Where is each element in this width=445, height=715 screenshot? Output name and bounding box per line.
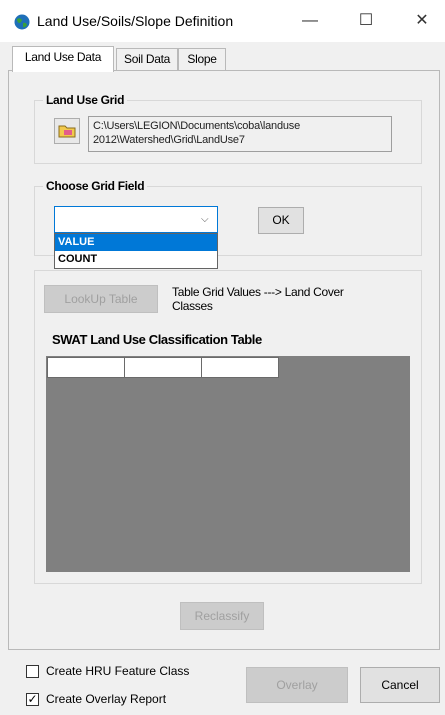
title-bar[interactable]: Land Use/Soils/Slope Definition — ☐ ✕ [0,0,445,42]
reclassify-button[interactable]: Reclassify [180,602,264,630]
close-button[interactable]: ✕ [400,6,444,36]
cancel-button[interactable]: Cancel [360,667,440,703]
window-title: Land Use/Soils/Slope Definition [37,13,234,29]
grid-field-dropdown: VALUE COUNT [54,233,218,269]
tab-soil-data[interactable]: Soil Data [116,48,178,71]
minimize-button[interactable]: — [288,6,332,36]
create-overlay-label: Create Overlay Report [46,692,167,706]
tab-land-use-data[interactable]: Land Use Data [12,46,114,72]
chevron-down-icon[interactable]: ⌵ [201,214,209,225]
lookup-description-line-1: Table Grid Values ---> Land Cover [172,285,344,299]
create-hru-label: Create HRU Feature Class [46,664,190,678]
grid-field-combobox[interactable]: ⌵ [54,206,218,233]
path-line-1: C:\Users\LEGION\Documents\coba\landuse [93,120,300,132]
globe-icon [14,14,30,30]
land-use-grid-title: Land Use Grid [43,93,128,107]
overlay-button[interactable]: Overlay [246,667,348,703]
classification-table-title: SWAT Land Use Classification Table [52,332,262,347]
create-overlay-checkbox[interactable]: ✓ [26,693,39,706]
table-header-cell[interactable] [124,357,202,378]
check-icon: ✓ [27,692,38,706]
create-hru-checkbox[interactable] [26,665,39,678]
table-header-cell[interactable] [201,357,279,378]
table-header-cell[interactable] [47,357,125,378]
browse-folder-button[interactable] [54,118,80,144]
lookup-description: Table Grid Values ---> Land Cover Classe… [172,285,344,313]
tab-slope[interactable]: Slope [178,48,226,71]
dropdown-option-value[interactable]: VALUE [55,234,217,251]
maximize-button[interactable]: ☐ [344,6,388,36]
land-use-grid-path: C:\Users\LEGION\Documents\coba\landuse 2… [88,116,392,152]
ok-button[interactable]: OK [258,207,304,234]
choose-grid-field-title: Choose Grid Field [43,179,148,193]
lookup-table-button[interactable]: LookUp Table [44,285,158,313]
dropdown-option-count[interactable]: COUNT [55,251,217,268]
lookup-description-line-2: Classes [172,299,213,313]
path-line-2: 2012\Watershed\Grid\LandUse7 [93,134,245,146]
folder-icon [58,125,76,138]
classification-table[interactable] [46,356,410,572]
